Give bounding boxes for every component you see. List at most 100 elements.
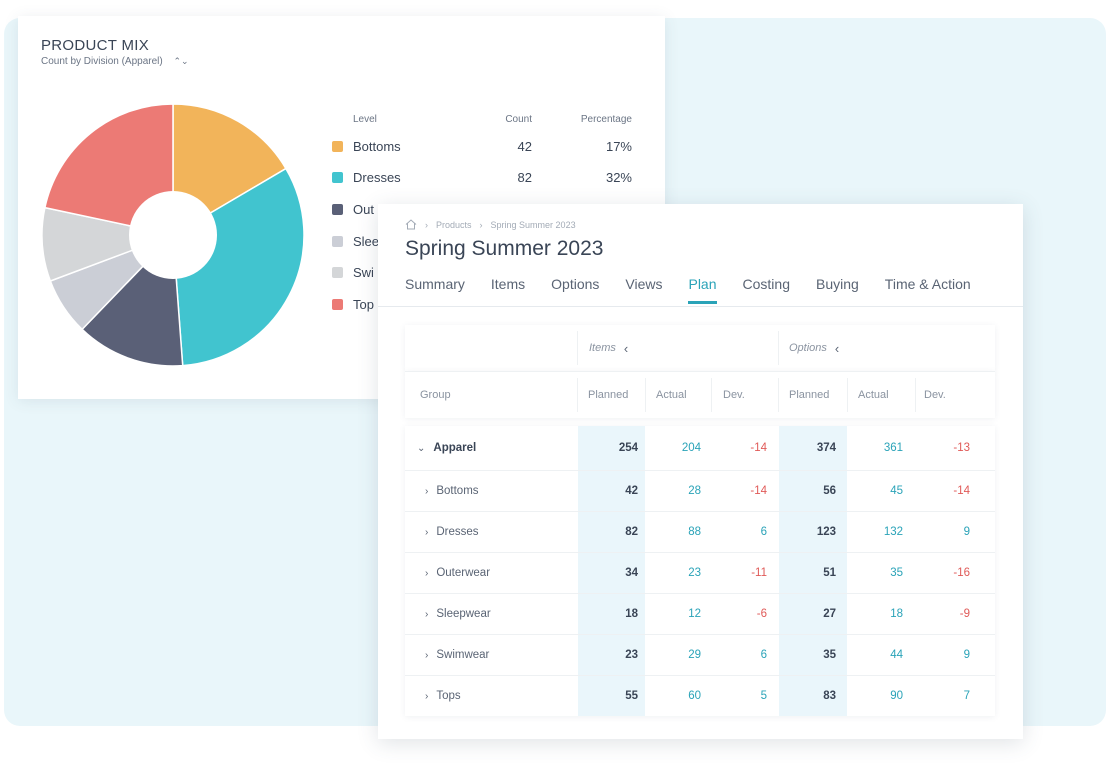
chevron-right-icon[interactable]: › <box>425 486 428 497</box>
items-planned-cell: 55 <box>625 690 638 702</box>
options-actual-cell: 361 <box>883 442 903 454</box>
items-actual-cell: 29 <box>688 649 701 661</box>
column-header-options-dev[interactable]: Dev. <box>924 372 946 418</box>
legend-item[interactable]: Dresses 82 32% <box>332 168 642 188</box>
row-group-cell[interactable]: › Outerwear <box>425 553 490 593</box>
items-planned-cell: 82 <box>625 526 638 538</box>
column-header-items-actual[interactable]: Actual <box>656 372 687 418</box>
tab-views[interactable]: Views <box>625 276 662 304</box>
options-actual-cell: 132 <box>883 526 903 538</box>
items-planned-cell: 34 <box>625 567 638 579</box>
legend-count: 82 <box>517 170 532 185</box>
legend-swatch <box>332 236 343 247</box>
items-planned-cell: 254 <box>618 442 638 454</box>
table-row[interactable]: › Swimwear 23 29 6 35 44 9 <box>405 635 995 676</box>
tab-bar: Summary Items Options Views Plan Costing Buyin… <box>405 276 997 304</box>
donut-hole <box>129 191 217 279</box>
options-dev-cell: 9 <box>963 649 970 661</box>
items-dev-cell: -14 <box>750 442 767 454</box>
table-row[interactable]: › Outerwear 34 23 -11 51 35 -16 <box>405 553 995 594</box>
row-group-name: Apparel <box>433 442 477 454</box>
row-group-cell[interactable]: ⌄ Apparel <box>417 426 476 470</box>
row-group-cell[interactable]: › Sleepwear <box>425 594 491 634</box>
grid-column-header: Group Planned Actual Dev. Planned Actual… <box>405 371 995 418</box>
grid-body: ⌄ Apparel 254 204 -14 374 361 -13 › Bottoms 42 28 -1… <box>405 426 995 716</box>
items-planned-cell: 42 <box>625 485 638 497</box>
options-planned-cell: 123 <box>816 526 836 538</box>
items-actual-cell: 88 <box>688 526 701 538</box>
options-group-header[interactable]: Options ‹ <box>789 325 839 371</box>
items-planned-cell: 23 <box>625 649 638 661</box>
options-actual-cell: 45 <box>890 485 903 497</box>
row-group-cell[interactable]: › Dresses <box>425 512 479 552</box>
legend-swatch <box>332 204 343 215</box>
legend-label: Dresses <box>353 170 401 185</box>
options-planned-cell: 83 <box>823 690 836 702</box>
options-planned-cell: 51 <box>823 567 836 579</box>
column-header-items-planned[interactable]: Planned <box>588 372 628 418</box>
tab-summary[interactable]: Summary <box>405 276 465 304</box>
tab-time-action[interactable]: Time & Action <box>885 276 971 304</box>
options-dev-cell: -9 <box>959 608 970 620</box>
table-row[interactable]: › Dresses 82 88 6 123 132 9 <box>405 512 995 553</box>
grid-group-header: Items ‹ Options ‹ <box>405 325 995 371</box>
options-dev-cell: 9 <box>963 526 970 538</box>
page-title: Spring Summer 2023 <box>405 237 604 260</box>
row-group-cell[interactable]: › Tops <box>425 676 461 716</box>
options-actual-cell: 44 <box>890 649 903 661</box>
items-group-header[interactable]: Items ‹ <box>589 325 628 371</box>
collapse-options-icon[interactable]: ‹ <box>835 341 839 356</box>
tab-buying[interactable]: Buying <box>816 276 859 304</box>
row-group-name: Tops <box>436 690 461 702</box>
breadcrumb-products[interactable]: Products <box>436 220 472 230</box>
column-header-items-dev[interactable]: Dev. <box>723 372 745 418</box>
breadcrumb-separator: › <box>479 219 483 230</box>
legend-label: Top <box>353 297 374 312</box>
row-group-name: Bottoms <box>436 485 479 497</box>
chevron-right-icon[interactable]: › <box>425 527 428 538</box>
plan-grid: Items ‹ Options ‹ Group Planned Actual D… <box>405 325 995 716</box>
tab-plan[interactable]: Plan <box>688 276 717 304</box>
chevron-right-icon[interactable]: › <box>425 650 428 661</box>
table-row[interactable]: › Tops 55 60 5 83 90 7 <box>405 676 995 716</box>
row-group-cell[interactable]: › Swimwear <box>425 635 489 675</box>
chevron-right-icon[interactable]: › <box>425 568 428 579</box>
sort-toggle-icon[interactable]: ⌃⌄ <box>174 56 189 67</box>
tab-items[interactable]: Items <box>491 276 525 304</box>
collapse-items-icon[interactable]: ‹ <box>624 341 628 356</box>
items-actual-cell: 23 <box>688 567 701 579</box>
plan-panel: › Products › Spring Summer 2023 Spring S… <box>378 204 1023 739</box>
legend-item[interactable]: Bottoms 42 17% <box>332 137 642 157</box>
product-mix-subtitle[interactable]: Count by Division (Apparel) ⌃⌄ <box>41 56 189 67</box>
options-planned-cell: 56 <box>823 485 836 497</box>
row-group-cell[interactable]: › Bottoms <box>425 471 479 511</box>
items-planned-cell: 18 <box>625 608 638 620</box>
table-row[interactable]: › Bottoms 42 28 -14 56 45 -14 <box>405 471 995 512</box>
options-planned-cell: 35 <box>823 649 836 661</box>
legend-header-percentage: Percentage <box>580 114 632 125</box>
legend-count: 42 <box>517 139 532 154</box>
chevron-right-icon[interactable]: › <box>425 691 428 702</box>
breadcrumb: › Products › Spring Summer 2023 <box>405 219 576 230</box>
items-group-title: Items <box>589 342 616 354</box>
table-row[interactable]: ⌄ Apparel 254 204 -14 374 361 -13 <box>405 426 995 471</box>
chevron-right-icon[interactable]: › <box>425 609 428 620</box>
tab-options[interactable]: Options <box>551 276 599 304</box>
items-dev-cell: -6 <box>756 608 767 620</box>
column-header-group[interactable]: Group <box>420 372 451 418</box>
product-mix-title: PRODUCT MIX <box>41 37 150 54</box>
legend-swatch <box>332 267 343 278</box>
options-actual-cell: 90 <box>890 690 903 702</box>
home-icon[interactable] <box>405 219 417 230</box>
table-row[interactable]: › Sleepwear 18 12 -6 27 18 -9 <box>405 594 995 635</box>
column-header-options-planned[interactable]: Planned <box>789 372 829 418</box>
product-mix-pie-chart <box>41 103 305 367</box>
legend-label: Bottoms <box>353 139 401 154</box>
legend-header-count: Count <box>505 114 532 125</box>
legend-swatch <box>332 299 343 310</box>
tab-costing[interactable]: Costing <box>743 276 790 304</box>
chevron-down-icon[interactable]: ⌄ <box>417 443 425 454</box>
options-actual-cell: 35 <box>890 567 903 579</box>
column-header-options-actual[interactable]: Actual <box>858 372 889 418</box>
options-dev-cell: -14 <box>953 485 970 497</box>
